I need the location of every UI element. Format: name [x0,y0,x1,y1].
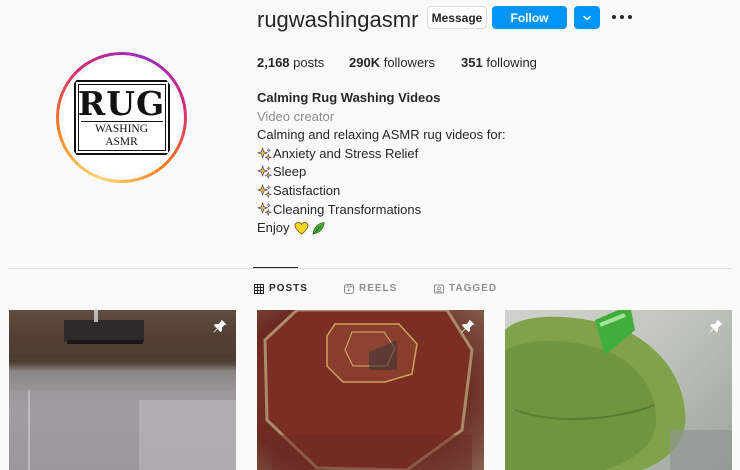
following-link[interactable]: 351 following [461,55,537,70]
bio-item-text: Cleaning Transformations [273,201,422,217]
bio-closing-text: Enjoy [257,220,290,236]
sparkle-icon [257,202,272,217]
bio-list-item: Sleep [257,163,506,182]
tab-reels[interactable]: REELS [344,283,397,294]
bio-list-item: Cleaning Transformations [257,201,506,220]
tab-posts-label: POSTS [269,283,308,294]
bio-list-item: Satisfaction [257,182,506,201]
avatar-ring-gap: RUG WASHING ASMR [59,55,184,180]
pin-icon [461,319,475,333]
followers-link[interactable]: 290K followers [349,55,461,70]
sparkle-icon [257,146,272,161]
post-image-green-car-seat [505,310,732,470]
pin-icon [213,319,227,333]
profile-stats: 2,168 posts 290K followers 351 following [257,55,537,70]
pin-icon [709,319,723,333]
logo-text-big: RUG [77,84,166,123]
tab-reels-label: REELS [359,283,398,294]
more-horizontal-icon [628,15,632,19]
tab-tagged[interactable]: TAGGED [434,283,497,294]
more-horizontal-icon [620,15,624,19]
tab-tagged-label: TAGGED [449,283,498,294]
post-thumbnail[interactable] [505,310,732,470]
posts-count: 2,168 posts [257,55,349,70]
yellow-heart-icon [294,221,308,235]
profile-username: rugwashingasmr [257,7,419,32]
bio-list-item: Anxiety and Stress Relief [257,145,506,164]
sparkle-icon [257,183,272,198]
reels-icon [344,283,354,294]
rug-washing-logo: RUG WASHING ASMR [73,80,170,155]
suggested-dropdown-button[interactable] [574,6,600,29]
message-button[interactable]: Message [427,6,487,29]
post-image-red-rug [263,310,474,470]
profile-tabs-divider [8,268,732,269]
sparkle-icon [257,165,272,180]
tab-posts[interactable]: POSTS [254,283,308,294]
following-count-value: 351 [461,55,483,70]
profile-full-name: Calming Rug Washing Videos [257,90,441,105]
post-thumbnail[interactable] [9,310,236,470]
post-thumbnail[interactable] [257,310,484,470]
tagged-icon [434,284,444,293]
chevron-down-icon [583,15,591,20]
profile-bio: Calming Rug Washing Videos Video creator… [257,89,506,238]
followers-count-value: 290K [349,55,381,70]
bio-item-text: Sleep [273,164,307,180]
more-options-button[interactable] [612,9,632,25]
posts-count-label: posts [293,55,325,70]
more-horizontal-icon [612,15,616,19]
bio-closing-line: Enjoy [257,219,506,238]
profile-avatar[interactable]: RUG WASHING ASMR [56,52,187,183]
bio-item-text: Anxiety and Stress Relief [273,145,419,161]
post-image-rug-squeegee [9,310,236,470]
active-tab-indicator [253,267,298,268]
profile-category: Video creator [257,108,335,124]
logo-inner-frame: RUG WASHING ASMR [77,84,166,151]
avatar-image: RUG WASHING ASMR [63,59,180,176]
logo-text-small: WASHING ASMR [80,121,163,149]
following-count-label: following [486,55,537,70]
followers-count-label: followers [383,55,435,70]
bio-item-text: Satisfaction [273,182,341,198]
bio-intro: Calming and relaxing ASMR rug videos for… [257,127,506,143]
follow-button[interactable]: Follow [492,6,567,29]
posts-count-value: 2,168 [257,55,290,70]
herb-leaf-icon [312,222,324,235]
grid-icon [254,283,264,294]
